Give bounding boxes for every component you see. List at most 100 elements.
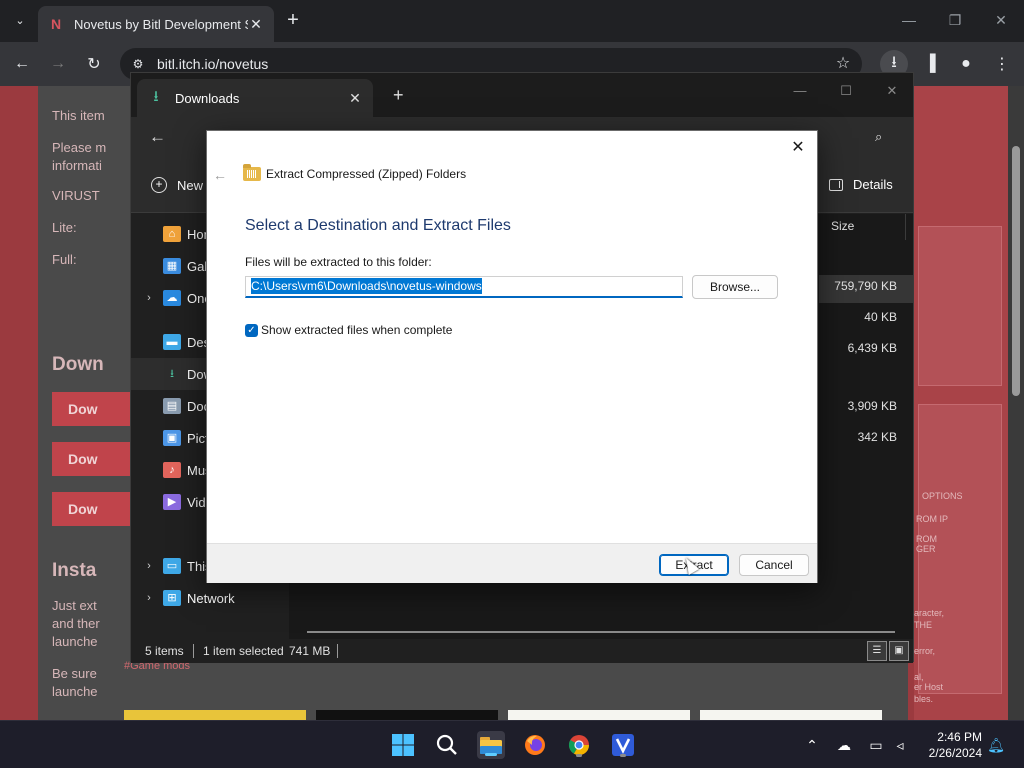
file-explorer-icon bbox=[480, 737, 502, 754]
open-indicator bbox=[620, 754, 626, 757]
explorer-tab-downloads[interactable]: ⭳ Downloads ✕ bbox=[137, 79, 373, 117]
browse-button[interactable]: Browse... bbox=[692, 275, 778, 299]
destination-path-text: C:\Users\vm6\Downloads\novetus-windows bbox=[251, 278, 482, 294]
forward-icon[interactable]: → bbox=[44, 50, 72, 78]
right-panel-text: aracter, bbox=[914, 608, 945, 618]
dialog-footer: Extract Cancel bbox=[207, 543, 817, 583]
nav-item[interactable]: › ⊞ Network bbox=[131, 582, 289, 614]
explorer-new-tab-button[interactable]: + bbox=[393, 85, 404, 106]
profile-icon[interactable]: ● bbox=[952, 50, 980, 78]
browser-tab[interactable]: N Novetus by Bitl Development St ✕ bbox=[38, 6, 274, 42]
onedrive-icon[interactable]: ☁ bbox=[834, 735, 854, 755]
volume-muted-icon[interactable]: ◃ bbox=[890, 735, 910, 755]
download-button-2[interactable]: Dow bbox=[52, 442, 138, 476]
tiles-view-icon[interactable]: ▣ bbox=[889, 641, 909, 661]
start-button[interactable] bbox=[389, 731, 417, 759]
right-panel-screenshot bbox=[918, 226, 1002, 386]
menu-dots-icon[interactable]: ⋮ bbox=[988, 50, 1016, 78]
show-hidden-icons-chevron-icon[interactable]: ⌃ bbox=[802, 735, 822, 755]
game-thumbnail-3[interactable] bbox=[508, 710, 690, 720]
game-thumbnail-4[interactable] bbox=[700, 710, 882, 720]
firefox-icon bbox=[525, 735, 545, 755]
page-scrollbar[interactable] bbox=[1008, 86, 1024, 720]
show-files-checkbox[interactable]: ✓ bbox=[245, 323, 258, 337]
network-icon[interactable]: ▭ bbox=[866, 735, 886, 755]
show-files-checkbox-row[interactable]: ✓ Show extracted files when complete bbox=[245, 323, 452, 337]
close-window-button[interactable]: ✕ bbox=[978, 6, 1024, 34]
dialog-title-row: Extract Compressed (Zipped) Folders bbox=[243, 164, 467, 181]
back-icon[interactable]: ← bbox=[149, 127, 166, 147]
details-view-icon[interactable]: ☰ bbox=[867, 641, 887, 661]
new-tab-button[interactable]: + bbox=[282, 10, 304, 32]
taskbar-clock[interactable]: 2:46 PM 2/26/2024 bbox=[920, 729, 982, 761]
documents-icon: ▤ bbox=[163, 398, 181, 414]
back-icon[interactable]: ← bbox=[8, 50, 36, 78]
clock-date: 2/26/2024 bbox=[928, 746, 982, 760]
selected-size: 741 MB bbox=[289, 644, 331, 658]
taskbar-file-explorer[interactable] bbox=[477, 731, 505, 759]
file-size-cell: 3,909 KB bbox=[847, 399, 897, 413]
page-text-line: Full: bbox=[52, 252, 77, 267]
downloads-tab-icon: ⭳ bbox=[153, 87, 159, 105]
clock-time: 2:46 PM bbox=[937, 730, 982, 744]
page-scrollbar-thumb[interactable] bbox=[1012, 146, 1020, 396]
status-separator bbox=[193, 644, 194, 658]
dialog-back-icon[interactable]: ← bbox=[213, 167, 227, 183]
new-button-label: New bbox=[177, 177, 204, 193]
destination-path-input[interactable]: C:\Users\vm6\Downloads\novetus-windows bbox=[245, 276, 683, 298]
dialog-close-icon[interactable]: ✕ bbox=[785, 135, 811, 161]
reload-icon[interactable]: ↻ bbox=[80, 50, 108, 78]
maximize-button[interactable]: ❐ bbox=[932, 6, 978, 34]
column-divider[interactable] bbox=[905, 214, 906, 240]
expand-chevron-icon[interactable]: › bbox=[141, 560, 157, 572]
explorer-maximize-button[interactable]: ☐ bbox=[823, 77, 869, 105]
home-icon: ⌂ bbox=[163, 226, 181, 242]
game-thumbnail-1[interactable] bbox=[124, 710, 306, 720]
notification-bell-icon[interactable]: 🔔︎ bbox=[986, 735, 1006, 755]
horizontal-scrollbar[interactable] bbox=[307, 631, 895, 633]
close-tab-icon[interactable]: ✕ bbox=[248, 16, 264, 32]
explorer-tab-title: Downloads bbox=[175, 90, 240, 106]
tab-search-chevron-icon[interactable]: ⌄ bbox=[8, 8, 32, 32]
dialog-title: Extract Compressed (Zipped) Folders bbox=[266, 167, 467, 181]
right-panel-text: er Host bbox=[914, 682, 944, 692]
downloads-icon: ⭳ bbox=[170, 368, 174, 380]
taskbar-vmware[interactable] bbox=[609, 731, 637, 759]
active-indicator bbox=[485, 753, 497, 756]
install-line: and ther bbox=[52, 616, 100, 631]
search-icon bbox=[436, 734, 457, 755]
search-button[interactable] bbox=[433, 731, 461, 759]
plus-icon: + bbox=[151, 177, 167, 193]
site-info-icon[interactable]: ⚙ bbox=[130, 56, 146, 72]
page-text-line: Please m bbox=[52, 140, 107, 155]
new-button[interactable]: + New bbox=[151, 177, 203, 193]
taskbar-chrome[interactable] bbox=[565, 731, 593, 759]
page-text-line: This item bbox=[52, 108, 105, 123]
explorer-status-bar: 5 items 1 item selected 741 MB ☰ ▣ bbox=[131, 639, 913, 663]
close-tab-icon[interactable]: ✕ bbox=[347, 90, 363, 107]
taskbar-firefox[interactable] bbox=[521, 731, 549, 759]
right-panel-text: ROM bbox=[916, 534, 937, 544]
side-panel-icon[interactable]: ▐ bbox=[916, 50, 944, 78]
install-heading: Insta bbox=[52, 560, 97, 581]
extract-dialog: ✕ ← Extract Compressed (Zipped) Folders … bbox=[206, 130, 818, 583]
install-line: launche bbox=[52, 634, 98, 649]
download-button-1[interactable]: Dow bbox=[52, 392, 138, 426]
expand-chevron-icon[interactable]: › bbox=[141, 292, 157, 304]
file-size-cell: 40 KB bbox=[864, 310, 897, 324]
search-icon[interactable]: ⌕ bbox=[875, 129, 882, 145]
game-thumbnail-2[interactable] bbox=[316, 710, 498, 720]
details-button[interactable]: Details bbox=[829, 177, 893, 192]
right-panel-text: ROM IP bbox=[916, 514, 949, 524]
download-button-3[interactable]: Dow bbox=[52, 492, 138, 526]
expand-chevron-icon[interactable]: › bbox=[141, 592, 157, 604]
explorer-close-button[interactable]: ✕ bbox=[869, 77, 915, 105]
selected-count: 1 item selected bbox=[203, 644, 284, 658]
size-column-header[interactable]: Size bbox=[831, 219, 854, 233]
cancel-button[interactable]: Cancel bbox=[739, 554, 809, 576]
music-icon: ♪ bbox=[163, 462, 181, 478]
explorer-minimize-button[interactable]: — bbox=[777, 77, 823, 105]
windows-taskbar: ⌃ ☁ ▭ ◃ 2:46 PM 2/26/2024 🔔︎ bbox=[0, 720, 1024, 768]
minimize-button[interactable]: — bbox=[886, 6, 932, 34]
explorer-titlebar: ⭳ Downloads ✕ + — ☐ ✕ bbox=[131, 73, 913, 117]
